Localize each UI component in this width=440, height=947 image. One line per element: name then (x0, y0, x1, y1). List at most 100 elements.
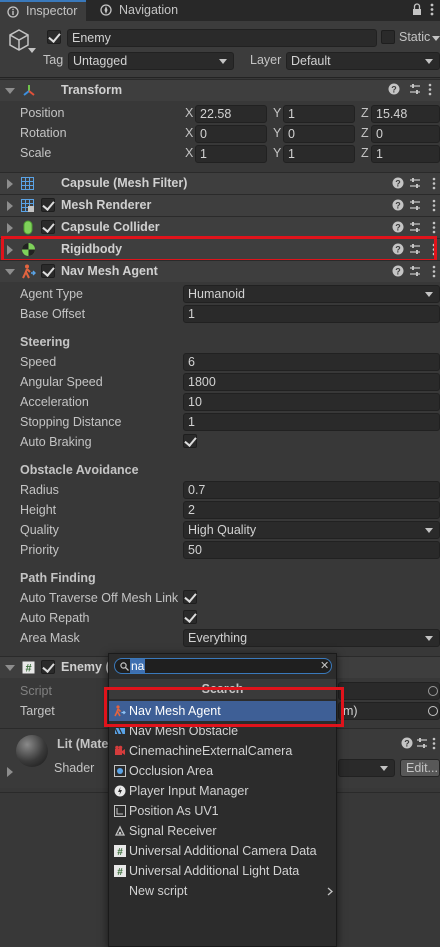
mesh-renderer-title: Mesh Renderer (61, 198, 152, 212)
static-dropdown-arrow[interactable] (432, 36, 440, 41)
help-icon[interactable]: ? (392, 221, 404, 233)
static-checkbox[interactable] (381, 30, 395, 44)
search-result-cinemachine[interactable]: CinemachineExternalCamera (109, 741, 336, 761)
result-label: CinemachineExternalCamera (129, 744, 293, 758)
base-offset-field[interactable]: 1 (183, 305, 440, 323)
svg-text:?: ? (404, 739, 410, 749)
component-menu-icon[interactable] (428, 83, 432, 96)
preset-icon[interactable] (409, 199, 421, 211)
kebab-menu-icon[interactable] (430, 3, 434, 16)
scale-z-field[interactable]: 1 (371, 145, 440, 163)
preset-icon[interactable] (409, 83, 421, 95)
mesh-renderer-enabled-checkbox[interactable] (41, 198, 55, 212)
height-label: Height (20, 503, 57, 517)
position-z-field[interactable]: 15.48 (371, 105, 440, 123)
capsule-collider-header[interactable]: Capsule Collider ? (0, 216, 440, 238)
agent-type-dropdown[interactable]: Humanoid (183, 285, 440, 303)
edit-shader-button[interactable]: Edit... (400, 759, 440, 777)
help-icon[interactable]: ? (392, 199, 404, 211)
mesh-filter-header[interactable]: Capsule (Mesh Filter) ? (0, 172, 440, 194)
agent-type-label: Agent Type (20, 287, 84, 301)
component-menu-icon[interactable] (432, 199, 436, 212)
foldout-arrow-icon[interactable] (7, 179, 13, 189)
component-menu-icon[interactable] (432, 221, 436, 234)
preset-icon[interactable] (416, 737, 428, 749)
preset-icon[interactable] (409, 221, 421, 233)
object-header: Enemy Static Tag Untagged Layer Default (0, 21, 440, 78)
stopping-distance-field[interactable]: 1 (183, 413, 440, 431)
svg-text:?: ? (395, 201, 401, 211)
lock-icon[interactable] (412, 3, 422, 16)
tab-navigation[interactable]: Navigation (93, 0, 203, 21)
speed-field[interactable]: 6 (183, 353, 440, 371)
shader-dropdown[interactable] (338, 759, 395, 777)
script-icon: # (22, 661, 35, 674)
search-input[interactable]: na ✕ (114, 658, 332, 674)
help-icon[interactable]: ? (392, 177, 404, 189)
radius-field[interactable]: 0.7 (183, 481, 440, 499)
rotation-y-field[interactable]: 0 (283, 125, 355, 143)
component-menu-icon[interactable] (432, 737, 436, 750)
layer-label: Layer (250, 53, 282, 67)
object-name-field[interactable]: Enemy (67, 29, 377, 47)
nav-mesh-agent-header[interactable]: Nav Mesh Agent ? (0, 260, 440, 282)
auto-braking-checkbox[interactable] (183, 434, 197, 448)
enemy-script-enabled-checkbox[interactable] (41, 660, 55, 674)
icon-dropdown-arrow[interactable] (28, 48, 36, 53)
rotation-x-field[interactable]: 0 (195, 125, 267, 143)
position-x-field[interactable]: 22.58 (195, 105, 267, 123)
angular-speed-field[interactable]: 1800 (183, 373, 440, 391)
axis-y-label: Y (273, 106, 282, 120)
search-result-universal-camera-data[interactable]: # Universal Additional Camera Data (109, 841, 336, 861)
priority-field[interactable]: 50 (183, 541, 440, 559)
clear-search-icon[interactable]: ✕ (320, 659, 329, 673)
info-icon (7, 6, 19, 18)
foldout-arrow-icon[interactable] (7, 223, 13, 233)
height-field[interactable]: 2 (183, 501, 440, 519)
axis-x-label: X (185, 146, 194, 160)
foldout-arrow-icon[interactable] (5, 88, 15, 94)
help-icon[interactable]: ? (388, 83, 400, 95)
scale-x-field[interactable]: 1 (195, 145, 267, 163)
capsule-collider-enabled-checkbox[interactable] (41, 220, 55, 234)
foldout-arrow-icon[interactable] (5, 665, 15, 671)
tab-navigation-label: Navigation (119, 3, 179, 17)
search-result-player-input-manager[interactable]: Player Input Manager (109, 781, 336, 801)
axis-x-label: X (185, 126, 194, 140)
help-icon[interactable]: ? (392, 265, 404, 277)
area-mask-dropdown[interactable]: Everything (183, 629, 440, 647)
foldout-arrow-icon[interactable] (7, 767, 13, 777)
search-result-new-script[interactable]: New script (109, 881, 336, 901)
preset-icon[interactable] (409, 265, 421, 277)
auto-repath-checkbox[interactable] (183, 610, 197, 624)
foldout-arrow-icon[interactable] (5, 269, 15, 275)
target-object-picker-icon[interactable] (428, 706, 438, 716)
help-icon[interactable]: ? (401, 737, 413, 749)
tag-dropdown[interactable]: Untagged (68, 52, 234, 70)
component-menu-icon[interactable] (432, 265, 436, 278)
active-checkbox[interactable] (47, 30, 61, 44)
tab-inspector[interactable]: Inspector (0, 0, 86, 21)
result-label: Position As UV1 (129, 804, 219, 818)
svg-text:?: ? (395, 179, 401, 189)
mesh-renderer-header[interactable]: Mesh Renderer ? (0, 194, 440, 216)
scale-y-field[interactable]: 1 (283, 145, 355, 163)
rotation-z-field[interactable]: 0 (371, 125, 440, 143)
position-y-field[interactable]: 1 (283, 105, 355, 123)
nav-mesh-agent-enabled-checkbox[interactable] (41, 264, 55, 278)
layer-dropdown[interactable]: Default (286, 52, 440, 70)
quality-dropdown[interactable]: High Quality (183, 521, 440, 539)
search-result-occlusion-area[interactable]: Occlusion Area (109, 761, 336, 781)
component-menu-icon[interactable] (432, 177, 436, 190)
search-result-signal-receiver[interactable]: Signal Receiver (109, 821, 336, 841)
target-object-field[interactable]: m) (338, 702, 440, 720)
search-result-position-as-uv1[interactable]: Position As UV1 (109, 801, 336, 821)
search-result-universal-light-data[interactable]: # Universal Additional Light Data (109, 861, 336, 881)
auto-traverse-checkbox[interactable] (183, 590, 197, 604)
script-object-picker-icon[interactable] (428, 686, 438, 696)
foldout-arrow-icon[interactable] (7, 201, 13, 211)
capsule-collider-title: Capsule Collider (61, 220, 160, 234)
transform-header[interactable]: Transform ? (0, 79, 440, 101)
preset-icon[interactable] (409, 177, 421, 189)
acceleration-field[interactable]: 10 (183, 393, 440, 411)
